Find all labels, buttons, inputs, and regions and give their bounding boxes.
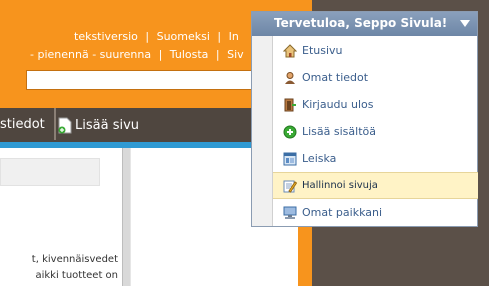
sitemap-link[interactable]: Siv — [227, 48, 244, 61]
body-text-line: t, kivennäisvedet — [31, 254, 118, 265]
tab-info[interactable]: stiedot — [0, 108, 53, 140]
menu-item-label: Etusivu — [302, 44, 343, 57]
menu-item-profile[interactable]: Omat tiedot — [273, 64, 478, 91]
english-language-link[interactable]: In — [229, 30, 239, 43]
edit-pages-icon — [283, 179, 298, 193]
body-text: t, kivennäisvedet aikki tuotteet on — [0, 252, 118, 284]
nav-separator: | — [217, 30, 222, 43]
finnish-language-link[interactable]: Suomeksi — [157, 30, 210, 43]
menu-item-label: Hallinnoi sivuja — [302, 180, 378, 191]
nav-separator: | — [215, 48, 220, 61]
add-page-label: Lisää sivu — [75, 117, 140, 133]
body-text-line: aikki tuotteet on — [35, 270, 118, 281]
layout-icon — [283, 152, 297, 166]
column-divider-strip — [122, 148, 130, 286]
logout-icon — [283, 98, 297, 112]
menu-item-label: Omat paikkani — [302, 206, 383, 219]
user-icon — [283, 71, 297, 85]
menu-item-label: Omat tiedot — [302, 71, 369, 84]
text-version-link[interactable]: tekstiversio — [74, 30, 138, 43]
chevron-down-icon[interactable] — [460, 20, 470, 27]
menu-item-add-content[interactable]: Lisää sisältöä — [273, 118, 478, 145]
nav-separator: | — [158, 48, 163, 61]
menu-item-label: Kirjaudu ulos — [302, 98, 374, 111]
user-menu: Tervetuloa, Seppo Sivula! Etusivu Omat t… — [251, 11, 478, 227]
menu-item-layout[interactable]: Leiska — [273, 145, 478, 172]
text-size-link[interactable]: - pienennä - suurenna — [30, 48, 151, 61]
tab-divider — [54, 108, 56, 140]
user-menu-list: Etusivu Omat tiedot Kirjaudu ulos Lisää … — [272, 36, 478, 226]
welcome-title: Tervetuloa, Seppo Sivula! — [274, 16, 448, 30]
menu-item-label: Lisää sisältöä — [302, 125, 376, 138]
print-link[interactable]: Tulosta — [170, 48, 209, 61]
menu-item-my-places[interactable]: Omat paikkani — [273, 199, 478, 226]
menu-item-label: Leiska — [302, 152, 337, 165]
home-icon — [282, 43, 298, 58]
menu-item-manage-pages[interactable]: Hallinnoi sivuja — [273, 172, 478, 199]
user-menu-header[interactable]: Tervetuloa, Seppo Sivula! — [252, 12, 477, 36]
computer-icon — [283, 206, 297, 220]
add-page-icon — [58, 117, 72, 134]
menu-item-home[interactable]: Etusivu — [273, 37, 478, 64]
content-gray-box — [0, 158, 100, 186]
add-page-button[interactable]: Lisää sivu — [58, 111, 139, 139]
menu-item-logout[interactable]: Kirjaudu ulos — [273, 91, 478, 118]
nav-separator: | — [145, 30, 150, 43]
add-icon — [283, 125, 297, 139]
